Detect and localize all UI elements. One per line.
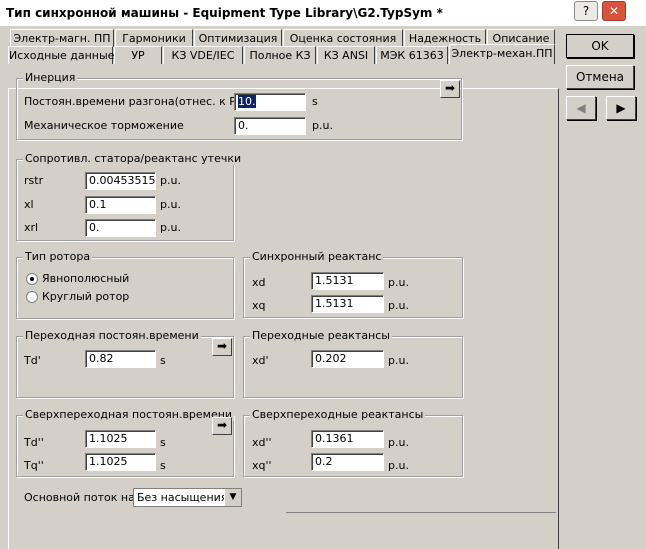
xq-dprime-label: xq'' bbox=[252, 459, 272, 472]
xd-input[interactable]: 1.5131 bbox=[311, 272, 384, 290]
xq-label: xq bbox=[252, 299, 266, 312]
title-bar: Тип синхронной машины - Equipment Type L… bbox=[0, 0, 646, 26]
accel-time-input[interactable]: 10. bbox=[234, 93, 306, 111]
tab-optimization[interactable]: Оптимизация bbox=[194, 29, 282, 47]
tab-harmonics[interactable]: Гармоники bbox=[115, 29, 193, 47]
rstr-unit: p.u. bbox=[160, 174, 181, 187]
tq-dprime-unit: s bbox=[160, 459, 166, 472]
tab-state-estimation[interactable]: Оценка состояния bbox=[283, 29, 403, 47]
rotor-type-group: Тип ротора bbox=[16, 250, 234, 319]
round-rotor-label: Круглый ротор bbox=[42, 290, 130, 303]
td-prime-label: Td' bbox=[24, 354, 41, 367]
saturation-label: Основной поток насы bbox=[24, 491, 150, 504]
tab-sc-ansi[interactable]: КЗ ANSI bbox=[317, 46, 375, 64]
xq-dprime-unit: p.u. bbox=[388, 459, 409, 472]
salient-pole-label: Явнополюсный bbox=[42, 272, 130, 285]
mech-damping-input[interactable]: 0. bbox=[234, 117, 306, 135]
tab-sc-vde[interactable]: КЗ VDE/IEC bbox=[163, 46, 243, 64]
saturation-value: Без насыщения bbox=[137, 491, 228, 504]
tab-emag[interactable]: Электр-магн. ПП bbox=[10, 29, 114, 47]
xd-label: xd bbox=[252, 276, 266, 289]
help-button[interactable]: ? bbox=[574, 1, 598, 21]
xq-unit: p.u. bbox=[388, 299, 409, 312]
xd-dprime-unit: p.u. bbox=[388, 436, 409, 449]
xl-unit: p.u. bbox=[160, 198, 181, 211]
subtransient-time-title: Сверхпереходная постоян.времени bbox=[23, 408, 235, 421]
round-rotor-radio[interactable] bbox=[26, 291, 38, 303]
tq-dprime-input[interactable]: 1.1025 bbox=[85, 453, 156, 471]
divider bbox=[286, 512, 556, 513]
prev-button[interactable]: ◀ bbox=[566, 96, 596, 120]
xrl-label: xrl bbox=[24, 221, 39, 234]
dialog-client: Электр-магн. ПП Гармоники Оптимизация Оц… bbox=[0, 26, 646, 549]
xd-prime-label: xd' bbox=[252, 354, 269, 367]
transient-reactance-title: Переходные реактансы bbox=[250, 329, 392, 342]
mech-damping-unit: p.u. bbox=[312, 119, 333, 132]
tab-emt[interactable]: Электр-механ.ПП bbox=[449, 44, 555, 64]
inertia-title: Инерция bbox=[23, 71, 78, 84]
xd-unit: p.u. bbox=[388, 276, 409, 289]
accel-time-unit: s bbox=[312, 95, 318, 108]
rotor-type-title: Тип ротора bbox=[23, 250, 93, 263]
right-arrow-icon[interactable]: ➡ bbox=[212, 417, 232, 435]
chevron-down-icon[interactable]: ▼ bbox=[224, 489, 241, 506]
saturation-select[interactable]: Без насыщения ▼ bbox=[133, 488, 242, 507]
td-prime-input[interactable]: 0.82 bbox=[85, 350, 156, 368]
next-button[interactable]: ▶ bbox=[606, 96, 636, 120]
xd-prime-unit: p.u. bbox=[388, 354, 409, 367]
right-arrow-icon[interactable]: ➡ bbox=[440, 80, 460, 98]
xd-dprime-label: xd'' bbox=[252, 436, 272, 449]
right-arrow-icon[interactable]: ➡ bbox=[212, 338, 232, 356]
stator-title: Сопротивл. статора/реактанс утечки bbox=[23, 152, 244, 165]
transient-time-title: Переходная постоян.времени bbox=[23, 329, 201, 342]
xl-label: xl bbox=[24, 198, 34, 211]
xrl-input[interactable]: 0. bbox=[85, 219, 156, 237]
subtransient-reactance-title: Сверхпереходные реактансы bbox=[250, 408, 426, 421]
close-button[interactable]: ✕ bbox=[602, 1, 626, 21]
mech-damping-label: Механическое торможение bbox=[24, 119, 184, 132]
xd-dprime-input[interactable]: 0.1361 bbox=[311, 430, 384, 448]
xq-dprime-input[interactable]: 0.2 bbox=[311, 453, 384, 471]
rstr-input[interactable]: 0.00453515 bbox=[85, 172, 156, 190]
xq-input[interactable]: 1.5131 bbox=[311, 295, 384, 313]
xl-input[interactable]: 0.1 bbox=[85, 196, 156, 214]
tab-complete-sc[interactable]: Полное КЗ bbox=[244, 46, 316, 64]
ok-button[interactable]: OK bbox=[566, 34, 634, 58]
cancel-button[interactable]: Отмена bbox=[566, 65, 634, 89]
tab-load-flow[interactable]: УР bbox=[114, 46, 162, 64]
xd-prime-input[interactable]: 0.202 bbox=[311, 350, 384, 368]
td-dprime-label: Td'' bbox=[24, 436, 44, 449]
td-prime-unit: s bbox=[160, 354, 166, 367]
sync-reactance-title: Синхронный реактанс bbox=[250, 250, 384, 263]
accel-time-label: Постоян.времени разгона(отнес. к Pgn) bbox=[24, 95, 255, 108]
td-dprime-unit: s bbox=[160, 436, 166, 449]
salient-pole-radio[interactable] bbox=[26, 273, 38, 285]
rstr-label: rstr bbox=[24, 174, 44, 187]
tab-iec-61363[interactable]: МЭК 61363 bbox=[376, 46, 448, 64]
xrl-unit: p.u. bbox=[160, 221, 181, 234]
window-title: Тип синхронной машины - Equipment Type L… bbox=[6, 6, 443, 20]
tab-basic-data[interactable]: Исходные данные bbox=[8, 46, 114, 64]
td-dprime-input[interactable]: 1.1025 bbox=[85, 430, 156, 448]
tq-dprime-label: Tq'' bbox=[24, 459, 44, 472]
